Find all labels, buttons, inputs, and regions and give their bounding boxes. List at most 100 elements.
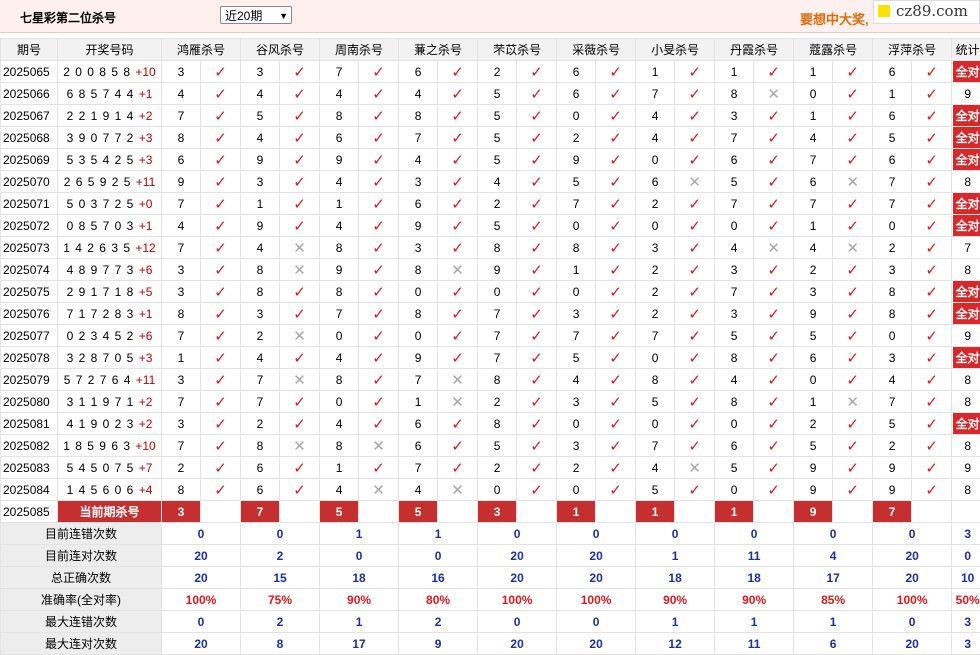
result-mark: ✓: [675, 237, 715, 259]
result-mark: ✓: [675, 193, 715, 215]
result-mark: ✓: [754, 105, 794, 127]
check-icon: ✓: [214, 416, 227, 433]
check-icon: ✓: [767, 152, 780, 169]
kill-value: 7: [557, 193, 596, 215]
result-mark: ✓: [438, 171, 478, 193]
check-icon: ✓: [451, 438, 464, 455]
result-mark: ✓: [912, 127, 952, 149]
summary-value: 80%: [399, 589, 478, 611]
stat-count: 8: [964, 439, 971, 453]
summary-value: 100%: [162, 589, 241, 611]
check-icon: ✓: [767, 438, 780, 455]
kill-value: 0: [873, 215, 912, 237]
kill-value: 8: [636, 369, 675, 391]
result-mark: ✓: [517, 105, 557, 127]
check-icon: ✓: [451, 152, 464, 169]
promo-link[interactable]: 要想中大奖,: [800, 9, 869, 28]
result-mark: ✓: [833, 281, 873, 303]
kill-value: 8: [241, 259, 280, 281]
check-icon: ✓: [293, 64, 306, 81]
result-mark: ✓: [359, 347, 399, 369]
kill-value: 4: [241, 237, 280, 259]
kill-value: 6: [399, 193, 438, 215]
result-mark: ✓: [201, 457, 241, 479]
kill-value: 8: [715, 347, 754, 369]
result-mark: ✓: [517, 281, 557, 303]
draw-number: 3 2 8 7 0 5 +3: [58, 347, 162, 369]
draw-digits: 5 0 3 7 2 5: [67, 197, 135, 211]
check-icon: ✓: [530, 350, 543, 367]
check-icon: ✓: [925, 152, 938, 169]
result-mark: ✓: [675, 127, 715, 149]
check-icon: ✓: [530, 394, 543, 411]
result-mark: ✓: [675, 259, 715, 281]
draw-number: 4 8 9 7 7 3 +6: [58, 259, 162, 281]
kill-value: 4: [873, 369, 912, 391]
check-icon: ✓: [609, 218, 622, 235]
result-mark: ✕: [280, 237, 320, 259]
result-mark: ✓: [280, 457, 320, 479]
kill-value: 6: [873, 149, 912, 171]
summary-value: 20: [162, 633, 241, 655]
kill-value: 7: [873, 171, 912, 193]
kill-value: 6: [794, 171, 833, 193]
summary-value: 2: [241, 611, 320, 633]
kill-value: 0: [399, 281, 438, 303]
draw-plus: +2: [139, 417, 153, 431]
issue-number: 2025078: [1, 347, 58, 369]
draw-digits: 5 3 5 4 2 5: [67, 153, 135, 167]
result-mark: ✓: [438, 435, 478, 457]
kill-value: 2: [636, 303, 675, 325]
check-icon: ✓: [293, 306, 306, 323]
summary-value: 0: [478, 523, 557, 545]
check-icon: ✓: [372, 108, 385, 125]
draw-plus: +0: [139, 197, 153, 211]
kill-value: 4: [715, 369, 754, 391]
summary-value: 2: [399, 611, 478, 633]
stat-count: 9: [964, 329, 971, 343]
result-mark: ✓: [280, 193, 320, 215]
kill-value: 7: [478, 325, 517, 347]
period-select[interactable]: 近20期 ▼: [220, 6, 292, 24]
summary-value: 16: [399, 567, 478, 589]
summary-value: 0: [162, 523, 241, 545]
kill-value: 9: [794, 457, 833, 479]
kill-value: 8: [162, 479, 201, 501]
kill-value: 9: [399, 347, 438, 369]
summary-value: 20: [478, 633, 557, 655]
kill-value: 8: [320, 281, 359, 303]
kill-value: 5: [478, 105, 517, 127]
check-icon: ✓: [530, 284, 543, 301]
cross-icon: ✕: [372, 438, 385, 455]
result-mark: ✕: [833, 237, 873, 259]
site-logo[interactable]: cz89.com: [873, 0, 980, 24]
check-icon: ✓: [530, 328, 543, 345]
summary-value: 0: [399, 545, 478, 567]
check-icon: ✓: [293, 482, 306, 499]
kill-value: 2: [636, 281, 675, 303]
check-icon: ✓: [767, 174, 780, 191]
check-icon: ✓: [609, 284, 622, 301]
summary-value: 9: [399, 633, 478, 655]
kill-value: 1: [241, 193, 280, 215]
stat-count: 8: [964, 263, 971, 277]
kill-value: 3: [162, 369, 201, 391]
kill-value: 4: [478, 171, 517, 193]
check-icon: ✓: [688, 394, 701, 411]
kill-value: 2: [478, 391, 517, 413]
kill-value: 2: [557, 127, 596, 149]
result-mark: ✓: [201, 259, 241, 281]
kill-value: 9: [478, 259, 517, 281]
check-icon: ✓: [372, 218, 385, 235]
check-icon: ✓: [846, 460, 859, 477]
check-icon: ✓: [609, 64, 622, 81]
check-icon: ✓: [451, 460, 464, 477]
draw-plus: +3: [139, 351, 153, 365]
kill-value: 5: [478, 83, 517, 105]
result-mark: ✓: [754, 479, 794, 501]
check-icon: ✓: [293, 284, 306, 301]
check-icon: ✓: [609, 394, 622, 411]
all-correct-badge: 全对: [953, 61, 980, 82]
result-mark: ✓: [280, 127, 320, 149]
check-icon: ✓: [925, 350, 938, 367]
